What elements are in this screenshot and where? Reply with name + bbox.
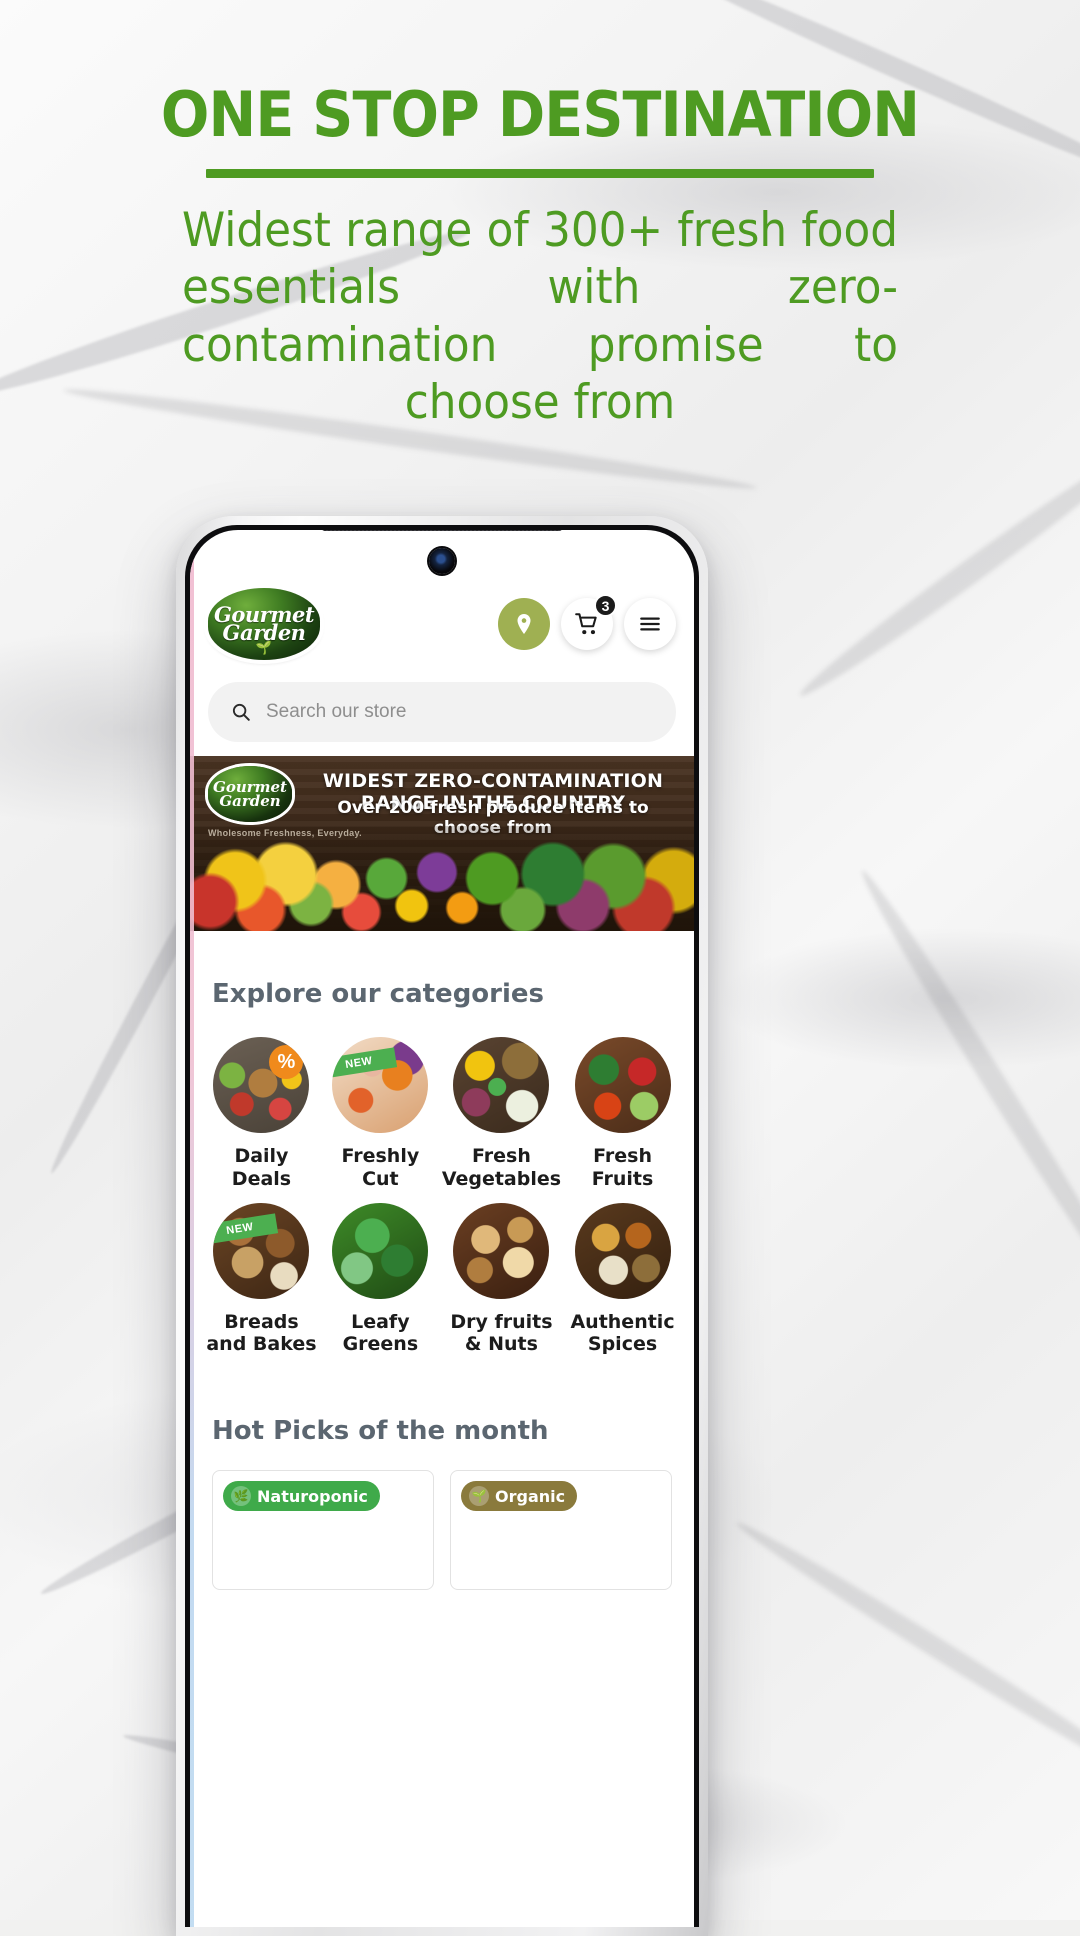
categories-grid: % Daily Deals NEW Freshly Cut Fresh Vege… xyxy=(190,1009,694,1356)
brand-logo[interactable]: Gourmet Garden 🌱 xyxy=(208,588,320,660)
category-label: Daily Deals xyxy=(232,1145,291,1191)
sprout-icon: 🌱 xyxy=(255,639,273,655)
category-item-dry-fruits-and-nuts[interactable]: Dry fruits & Nuts xyxy=(442,1202,561,1357)
category-label-line1: Daily xyxy=(234,1145,289,1167)
phone-mockup: Gourmet Garden 🌱 3 Search our store Gour… xyxy=(176,516,708,1936)
category-label: Freshly Cut xyxy=(341,1145,419,1191)
poster-hero: ONE STOP DESTINATION Widest range of 300… xyxy=(0,82,1080,431)
category-label: Authentic Spices xyxy=(570,1311,674,1357)
search-icon xyxy=(232,703,250,721)
category-label: Leafy Greens xyxy=(343,1311,419,1357)
category-label: Dry fruits & Nuts xyxy=(450,1311,552,1357)
category-label-line2: Deals xyxy=(231,1167,292,1190)
category-label-line1: Dry fruits xyxy=(450,1310,553,1333)
title-underline xyxy=(206,169,874,179)
banner-logo-line2: Garden xyxy=(219,792,281,810)
category-item-authentic-spices[interactable]: Authentic Spices xyxy=(565,1202,680,1357)
front-camera-icon xyxy=(429,548,455,574)
discount-badge-icon: % xyxy=(269,1045,304,1079)
categories-title: Explore our categories xyxy=(212,979,545,1009)
search-placeholder: Search our store xyxy=(266,701,407,722)
category-label-line1: Authentic xyxy=(570,1310,675,1333)
hamburger-menu-icon xyxy=(640,617,660,631)
category-image: % xyxy=(213,1037,310,1133)
location-pin-icon xyxy=(517,614,531,634)
earpiece-speaker xyxy=(322,530,562,531)
category-label-line2: & Nuts xyxy=(464,1333,538,1356)
page-title: ONE STOP DESTINATION xyxy=(160,78,920,151)
category-label-line2: Fruits xyxy=(591,1167,654,1190)
new-ribbon-badge: NEW xyxy=(332,1047,398,1079)
category-image xyxy=(332,1202,429,1299)
banner-brand-logo: Gourmet Garden xyxy=(208,766,292,822)
organic-tag-label: Organic xyxy=(495,1486,566,1506)
product-card-naturoponic[interactable]: 🌿 Naturoponic xyxy=(212,1470,434,1591)
subheading-line-1: Widest range of 300+ fresh food xyxy=(181,203,899,259)
category-item-daily-deals[interactable]: % Daily Deals xyxy=(204,1037,319,1191)
promo-banner[interactable]: Gourmet Garden Wholesome Freshness, Ever… xyxy=(190,756,694,931)
category-image xyxy=(574,1037,671,1133)
organic-tag: 🌱 Organic xyxy=(461,1481,578,1512)
category-label-line2: Cut xyxy=(362,1167,399,1190)
phone-bezel: Gourmet Garden 🌱 3 Search our store Gour… xyxy=(185,525,699,1927)
category-label-line1: Fresh xyxy=(593,1145,652,1167)
category-image: NEW xyxy=(213,1202,310,1299)
category-label-line2: and Bakes xyxy=(206,1333,317,1356)
category-image xyxy=(574,1202,671,1299)
category-image xyxy=(453,1037,550,1133)
category-item-fresh-fruits[interactable]: Fresh Fruits xyxy=(565,1037,680,1191)
app-screen: Gourmet Garden 🌱 3 Search our store Gour… xyxy=(190,530,694,1927)
location-button[interactable] xyxy=(498,598,550,650)
shopping-cart-icon xyxy=(575,613,597,635)
category-label-line1: Breads xyxy=(224,1310,299,1333)
category-label: Breads and Bakes xyxy=(206,1311,316,1357)
category-label-line1: Fresh xyxy=(472,1145,531,1167)
header-actions: 3 xyxy=(498,594,676,650)
category-label-line2: Greens xyxy=(342,1333,419,1356)
hot-picks-title: Hot Picks of the month xyxy=(212,1416,549,1447)
naturoponic-tag-label: Naturoponic xyxy=(257,1486,368,1506)
menu-button[interactable] xyxy=(624,598,676,650)
category-image: NEW xyxy=(332,1037,429,1133)
cart-button[interactable]: 3 xyxy=(561,594,617,650)
new-ribbon-badge: NEW xyxy=(213,1212,279,1245)
sprout-icon: 🌱 xyxy=(469,1486,489,1507)
category-item-freshly-cut[interactable]: NEW Freshly Cut xyxy=(323,1037,438,1191)
category-image xyxy=(453,1202,550,1299)
hot-picks-cards: 🌿 Naturoponic 🌱 Organic xyxy=(190,1446,694,1591)
cart-count-badge: 3 xyxy=(594,594,617,617)
category-label-line2: Vegetables xyxy=(441,1167,562,1190)
category-item-fresh-vegetables[interactable]: Fresh Vegetables xyxy=(442,1037,561,1191)
search-input[interactable]: Search our store xyxy=(208,682,676,742)
category-label-line2: Spices xyxy=(587,1333,658,1356)
screen-edge-tint xyxy=(190,530,194,1927)
category-label-line1: Freshly xyxy=(341,1145,420,1167)
leaf-icon: 🌿 xyxy=(231,1486,251,1507)
category-label: Fresh Vegetables xyxy=(442,1145,561,1191)
banner-produce-image xyxy=(190,826,694,931)
search-section: Search our store xyxy=(190,672,694,756)
product-card-organic[interactable]: 🌱 Organic xyxy=(450,1470,672,1591)
category-item-leafy-greens[interactable]: Leafy Greens xyxy=(323,1202,438,1357)
naturoponic-tag: 🌿 Naturoponic xyxy=(223,1481,380,1512)
category-item-breads-and-bakes[interactable]: NEW Breads and Bakes xyxy=(204,1202,319,1357)
category-label: Fresh Fruits xyxy=(592,1145,654,1191)
category-label-line1: Leafy xyxy=(351,1310,410,1333)
poster-subheading: Widest range of 300+ fresh food essentia… xyxy=(182,202,898,431)
